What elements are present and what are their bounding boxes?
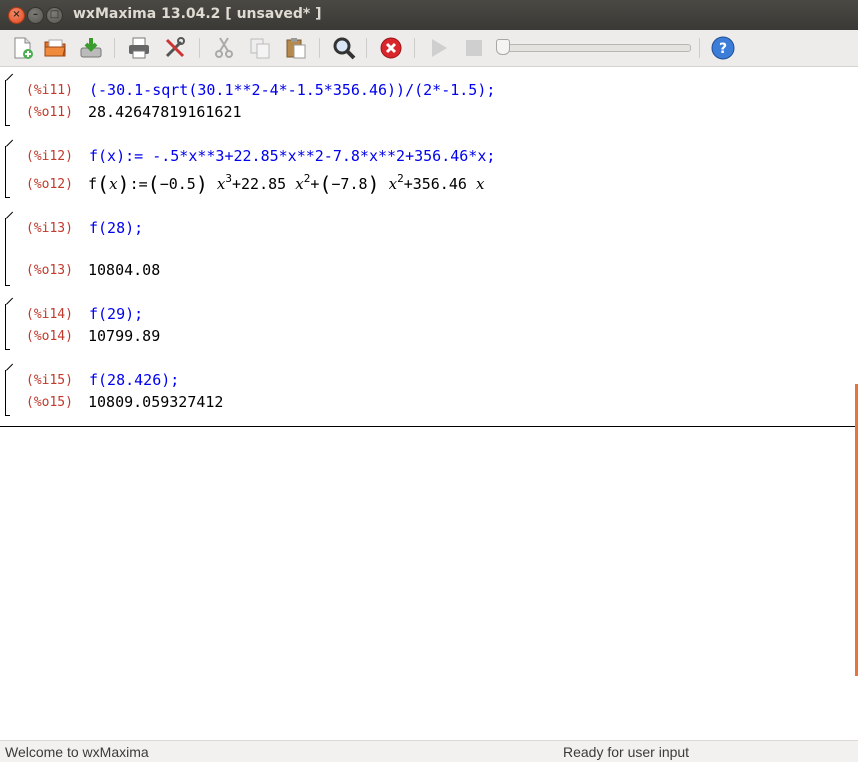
title-bar: × – □ wxMaxima 13.04.2 [ unsaved* ] bbox=[0, 0, 858, 30]
cell-bracket[interactable] bbox=[5, 146, 14, 156]
maximize-window-button[interactable]: □ bbox=[46, 7, 63, 24]
cell-bracket-line bbox=[5, 370, 6, 415]
interrupt-icon bbox=[380, 37, 402, 59]
find-icon bbox=[333, 37, 356, 60]
cell-bracket-line bbox=[5, 218, 6, 285]
toolbar-separator bbox=[366, 38, 367, 58]
animation-slider[interactable] bbox=[497, 44, 691, 52]
output-label: (%o15) bbox=[26, 395, 73, 410]
cell-bracket[interactable] bbox=[5, 80, 14, 90]
output-value: 10804.08 bbox=[88, 261, 161, 279]
input-expression[interactable]: f(28); bbox=[89, 219, 143, 237]
status-ready: Ready for user input bbox=[563, 744, 690, 760]
open-button[interactable] bbox=[42, 35, 68, 61]
worksheet-end-cursor bbox=[0, 426, 855, 427]
variable: x bbox=[109, 175, 118, 193]
save-button[interactable] bbox=[78, 35, 104, 61]
cell-bracket[interactable] bbox=[5, 370, 14, 380]
play-icon bbox=[432, 39, 447, 57]
cell-bracket-foot bbox=[5, 349, 10, 350]
status-bar: Welcome to wxMaxima Ready for user input bbox=[0, 740, 858, 762]
toolbar-separator bbox=[114, 38, 115, 58]
toolbar-separator bbox=[199, 38, 200, 58]
output-value: 10799.89 bbox=[88, 327, 161, 345]
variable: x bbox=[295, 175, 304, 193]
output-value: 10809.059327412 bbox=[88, 393, 224, 411]
new-file-button[interactable] bbox=[9, 35, 35, 61]
cell-bracket-foot bbox=[5, 125, 10, 126]
cell-bracket-line bbox=[5, 80, 6, 125]
coefficient: −0.5 bbox=[159, 175, 196, 193]
output-value: 28.42647819161621 bbox=[88, 103, 242, 121]
paste-icon bbox=[286, 38, 306, 59]
preferences-icon bbox=[165, 37, 185, 58]
output-label: (%o11) bbox=[26, 105, 73, 120]
open-folder-icon bbox=[44, 39, 66, 57]
stop-icon bbox=[466, 40, 482, 56]
define-operator: := bbox=[129, 175, 148, 193]
input-label: (%i11) bbox=[26, 83, 73, 98]
help-icon: ? bbox=[711, 36, 735, 60]
stop-button[interactable] bbox=[461, 35, 487, 61]
coefficient: −7.8 bbox=[331, 175, 368, 193]
help-button[interactable]: ? bbox=[710, 35, 736, 61]
input-label: (%i14) bbox=[26, 307, 73, 322]
print-icon bbox=[129, 37, 149, 59]
cell-bracket-line bbox=[5, 146, 6, 197]
cell-bracket-foot bbox=[5, 415, 10, 416]
save-icon bbox=[80, 38, 102, 58]
play-button[interactable] bbox=[426, 35, 452, 61]
minimize-window-button[interactable]: – bbox=[27, 7, 44, 24]
preferences-button[interactable] bbox=[162, 35, 188, 61]
function-name: f bbox=[88, 175, 98, 193]
input-expression[interactable]: f(28.426); bbox=[89, 371, 179, 389]
cell-bracket-line bbox=[5, 304, 6, 349]
variable: x bbox=[475, 175, 485, 193]
input-expression[interactable]: f(x):= -.5*x**3+22.85*x**2-7.8*x**2+356.… bbox=[89, 147, 495, 165]
input-expression[interactable]: f(29); bbox=[89, 305, 143, 323]
minimize-icon: – bbox=[33, 9, 38, 20]
cell-bracket[interactable] bbox=[5, 218, 14, 228]
close-window-button[interactable]: × bbox=[8, 7, 25, 24]
cell-bracket-foot bbox=[5, 285, 10, 286]
toolbar-separator bbox=[319, 38, 320, 58]
plus-operator: + bbox=[310, 175, 320, 193]
output-label: (%o13) bbox=[26, 263, 73, 278]
paste-button[interactable] bbox=[283, 35, 309, 61]
input-expression[interactable]: (-30.1-sqrt(30.1**2-4*-1.5*356.46))/(2*-… bbox=[89, 81, 495, 99]
output-formula: f(x):=(−0.5) x3+22.85 x2+(−7.8) x2+356.4… bbox=[88, 172, 485, 196]
cell-bracket-foot bbox=[5, 197, 10, 198]
exponent: 3 bbox=[225, 172, 232, 185]
coefficient: +356.46 bbox=[403, 175, 467, 193]
input-label: (%i13) bbox=[26, 221, 73, 236]
slider-handle[interactable] bbox=[496, 39, 510, 55]
maximize-icon: □ bbox=[49, 9, 60, 20]
exponent: 2 bbox=[397, 172, 404, 185]
status-message: Welcome to wxMaxima bbox=[5, 744, 149, 760]
find-button[interactable] bbox=[331, 35, 357, 61]
interrupt-button[interactable] bbox=[378, 35, 404, 61]
cell-bracket[interactable] bbox=[5, 304, 14, 314]
toolbar: ? bbox=[0, 30, 858, 67]
output-label: (%o12) bbox=[26, 177, 73, 192]
toolbar-separator bbox=[699, 38, 700, 58]
copy-icon bbox=[250, 38, 270, 59]
window-title: wxMaxima 13.04.2 [ unsaved* ] bbox=[73, 6, 322, 22]
input-label: (%i15) bbox=[26, 373, 73, 388]
copy-button[interactable] bbox=[247, 35, 273, 61]
variable: x bbox=[388, 175, 398, 193]
new-file-icon bbox=[14, 37, 33, 59]
cut-icon bbox=[215, 37, 233, 58]
worksheet[interactable]: (%i11) (-30.1-sqrt(30.1**2-4*-1.5*356.46… bbox=[0, 67, 858, 740]
toolbar-separator bbox=[414, 38, 415, 58]
close-icon: × bbox=[12, 9, 21, 20]
cut-button[interactable] bbox=[211, 35, 237, 61]
output-label: (%o14) bbox=[26, 329, 73, 344]
coefficient: +22.85 bbox=[232, 175, 287, 193]
svg-text:?: ? bbox=[719, 41, 727, 57]
input-label: (%i12) bbox=[26, 149, 73, 164]
print-button[interactable] bbox=[126, 35, 152, 61]
